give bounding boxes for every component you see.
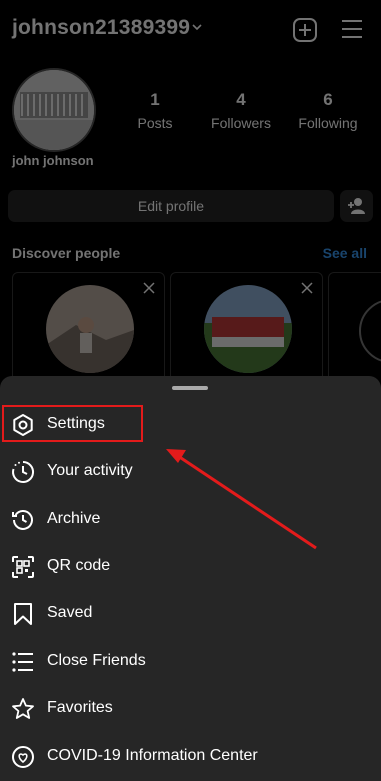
stat-label: Following: [298, 115, 358, 131]
menu-item-archive[interactable]: Archive: [0, 500, 381, 540]
new-post-icon[interactable]: [292, 17, 318, 43]
menu-item-label: Favorites: [47, 699, 113, 716]
menu-item-label: COVID-19 Information Center: [47, 747, 258, 764]
menu-item-label: Archive: [47, 510, 101, 527]
menu-item-label: QR code: [47, 557, 111, 574]
see-all-link[interactable]: See all: [323, 245, 367, 261]
discover-people-title: Discover people: [12, 245, 121, 261]
display-name: john johnson: [12, 153, 94, 168]
add-person-icon: [347, 198, 365, 214]
star-icon: [12, 698, 34, 719]
suggestion-avatar[interactable]: [46, 285, 134, 373]
stat-followers[interactable]: 4 Followers: [196, 90, 286, 131]
stat-label: Posts: [137, 115, 173, 131]
discover-people-button[interactable]: [340, 190, 373, 222]
menu-item-label: Saved: [47, 604, 93, 621]
stat-value: 1: [150, 90, 160, 109]
close-icon[interactable]: [142, 281, 156, 295]
menu-item-close-friends[interactable]: Close Friends: [0, 642, 381, 682]
stat-label: Followers: [211, 115, 271, 131]
suggestion-avatar[interactable]: [359, 299, 381, 363]
username-title[interactable]: johnson21389399: [12, 16, 190, 40]
menu-item-label: Your activity: [47, 462, 133, 479]
menu-item-favorites[interactable]: Favorites: [0, 689, 381, 729]
qr-code-icon: [12, 556, 34, 578]
menu-item-qr-code[interactable]: QR code: [0, 547, 381, 587]
top-bar: johnson21389399: [0, 0, 381, 60]
stat-value: 6: [323, 90, 333, 109]
settings-highlight-box: [2, 405, 143, 442]
avatar[interactable]: [12, 68, 96, 152]
activity-icon: [12, 460, 35, 483]
stat-following[interactable]: 6 Following: [283, 90, 373, 131]
stat-value: 4: [236, 90, 246, 109]
stat-posts[interactable]: 1 Posts: [110, 90, 200, 131]
menu-item-label: Close Friends: [47, 652, 146, 669]
menu-item-your-activity[interactable]: Your activity: [0, 452, 381, 492]
suggestion-avatar[interactable]: [204, 285, 292, 373]
close-friends-icon: [12, 652, 33, 672]
sheet-drag-handle[interactable]: [172, 386, 208, 390]
covid-info-icon: [12, 746, 34, 768]
close-icon[interactable]: [300, 281, 314, 295]
menu-item-covid-info[interactable]: COVID-19 Information Center: [0, 737, 381, 777]
archive-icon: [12, 510, 33, 530]
bookmark-icon: [14, 603, 32, 625]
menu-item-saved[interactable]: Saved: [0, 594, 381, 634]
hamburger-menu-icon[interactable]: [341, 19, 363, 39]
chevron-down-icon[interactable]: [190, 20, 204, 34]
edit-profile-button[interactable]: Edit profile: [8, 190, 334, 222]
